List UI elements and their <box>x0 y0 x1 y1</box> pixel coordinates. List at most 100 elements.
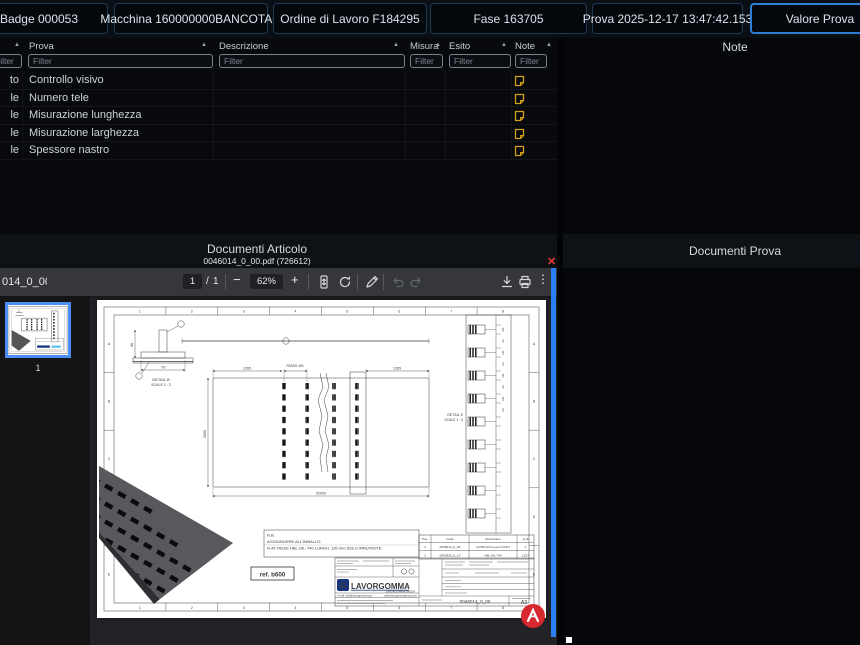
svg-text:A: A <box>533 342 536 346</box>
documenti-prova-header: Documenti Prova <box>563 234 860 268</box>
svg-text:3: 3 <box>243 606 245 610</box>
macchina-button[interactable]: Macchina 160000000BANCOTAG <box>114 3 268 34</box>
thumbnail-drawing <box>8 305 68 355</box>
row-prova-label: Numero tele <box>29 92 89 104</box>
misura-filter-input[interactable] <box>410 54 443 68</box>
row-truncated-text: le <box>0 144 19 156</box>
row-truncated-text: to <box>0 74 19 86</box>
svg-text:2: 2 <box>191 309 193 313</box>
esito-filter-input[interactable] <box>449 54 511 68</box>
pdf-viewer: 014_0_00 1 / 1 − 62% + ⋮ <box>0 268 557 645</box>
svg-text:E: E <box>108 572 111 576</box>
svg-text:AGGIUNGERE ALL'IMBALLO:: AGGIUNGERE ALL'IMBALLO: <box>267 539 321 544</box>
row-prova-label: Misurazione larghezza <box>29 127 139 139</box>
table-row[interactable]: le Misurazione larghezza <box>0 124 557 143</box>
note-panel-title: Note <box>722 40 747 54</box>
documenti-articolo-filename: 0046014_0_00.pdf (726612) <box>203 256 310 266</box>
note-icon[interactable] <box>514 144 525 156</box>
annotate-pen-icon[interactable] <box>364 274 380 290</box>
pdf-scrollbar[interactable] <box>551 268 556 637</box>
sort-asc-icon[interactable]: ▲ <box>435 42 441 48</box>
lavorgomma-logo: G LAVORGOMMA LAVORGOMMAGROUP <box>337 579 415 594</box>
svg-text:6: 6 <box>398 309 400 313</box>
svg-text:HOPFLAT-O-export 313/3: HOPFLAT-O-export 313/3 <box>476 545 510 549</box>
zoom-in-button[interactable]: + <box>291 272 299 287</box>
svg-text:Code: Code <box>446 537 454 541</box>
note-icon[interactable] <box>514 127 525 139</box>
redo-icon[interactable] <box>408 274 424 290</box>
fase-button[interactable]: Fase 163705 <box>430 3 587 34</box>
column-header-prova[interactable]: Prova <box>29 41 54 52</box>
sort-asc-icon[interactable]: ▲ <box>546 42 552 48</box>
fit-page-icon[interactable] <box>316 274 332 290</box>
svg-text:C: C <box>108 457 111 461</box>
table-row[interactable]: le Spessore nastro <box>0 141 557 160</box>
right-panel: Note Documenti Prova <box>563 38 860 645</box>
sort-asc-icon[interactable]: ▲ <box>393 42 399 48</box>
svg-text:A: A <box>108 342 111 346</box>
truncated-filter-input[interactable] <box>0 54 22 68</box>
zoom-level[interactable]: 62% <box>250 274 283 289</box>
svg-text:0046014_0_00: 0046014_0_00 <box>460 599 491 604</box>
documenti-prova-title: Documenti Prova <box>689 244 781 258</box>
descrizione-filter-input[interactable] <box>219 54 405 68</box>
svg-text:0046014_0_00: 0046014_0_00 <box>440 545 461 549</box>
row-prova-label: Controllo visivo <box>29 74 104 86</box>
print-icon[interactable] <box>517 274 533 290</box>
zoom-out-button[interactable]: − <box>233 272 241 287</box>
svg-text:5: 5 <box>346 606 348 610</box>
column-header-descrizione[interactable]: Descrizione <box>219 41 269 52</box>
note-icon[interactable] <box>514 109 525 121</box>
documenti-articolo-title: Documenti Articolo <box>207 242 307 256</box>
sort-asc-icon[interactable]: ▲ <box>501 42 507 48</box>
svg-text:4: 4 <box>295 606 297 610</box>
note-icon[interactable] <box>514 74 525 86</box>
table-row[interactable]: to Controllo visivo <box>0 71 557 90</box>
svg-text:e-mail: info@lavorgomma.com: e-mail: info@lavorgomma.com <box>337 594 372 598</box>
prova-filter-input[interactable] <box>28 54 213 68</box>
svg-text:7: 7 <box>450 606 452 610</box>
svg-text:120: 120 <box>501 396 505 401</box>
table-row[interactable]: le Misurazione lunghezza <box>0 106 557 125</box>
drawing-note-box: N.B. AGGIUNGERE ALL'IMBALLO: N.45 TAZZE … <box>264 530 419 557</box>
quality-test-app: Badge 000053 Macchina 160000000BANCOTAG … <box>0 0 860 645</box>
svg-text:5: 5 <box>346 309 348 313</box>
prova-button[interactable]: Prova 2025-12-17 13:47:42.153 <box>592 3 743 34</box>
svg-text:G: G <box>339 581 346 591</box>
note-icon[interactable] <box>514 92 525 104</box>
svg-text:4: 4 <box>295 309 297 313</box>
page-thumbnail[interactable] <box>5 302 71 358</box>
svg-text:SCALE 1 : 2: SCALE 1 : 2 <box>151 383 171 387</box>
technical-drawing: 12345678 12345678 ABCDE ABCDE 70 4 <box>97 300 546 618</box>
svg-text:B: B <box>108 400 111 404</box>
svg-text:52000: 52000 <box>316 491 326 495</box>
page-number-input[interactable]: 1 <box>183 274 202 289</box>
ordine-di-lavoro-button[interactable]: Ordine di Lavoro F184295 <box>273 3 427 34</box>
documenti-articolo-header: Documenti Articolo 0046014_0_00.pdf (726… <box>0 234 557 268</box>
valore-prova-button[interactable]: Valore Prova <box>750 3 860 34</box>
row-prova-label: Misurazione lunghezza <box>29 109 142 121</box>
svg-text:LAVORGOMMAGROUP: LAVORGOMMAGROUP <box>386 590 415 594</box>
pdf-page: 12345678 12345678 ABCDE ABCDE 70 4 <box>97 300 546 618</box>
svg-text:70: 70 <box>161 364 166 369</box>
badge-button[interactable]: Badge 000053 <box>0 3 108 34</box>
rotate-icon[interactable] <box>337 274 353 290</box>
svg-text:1265: 1265 <box>243 366 251 370</box>
panel-resize-handle[interactable] <box>566 637 572 643</box>
svg-text:3000: 3000 <box>203 430 207 438</box>
sort-asc-icon[interactable]: ▲ <box>201 42 207 48</box>
table-row[interactable]: le Numero tele <box>0 89 557 108</box>
download-icon[interactable] <box>499 274 515 290</box>
pdf-filename: 014_0_00 <box>2 276 47 288</box>
column-header-esito[interactable]: Esito <box>449 41 470 52</box>
row-truncated-text: le <box>0 127 19 139</box>
undo-icon[interactable] <box>390 274 406 290</box>
column-header-note[interactable]: Note <box>515 41 535 52</box>
tests-table: ▲ Prova ▲ Descrizione ▲ Misura ▲ Esito ▲… <box>0 38 557 234</box>
sort-asc-icon[interactable]: ▲ <box>14 42 20 48</box>
svg-text:120: 120 <box>501 350 505 355</box>
detail-b-view: 70 40 DETAIL B SCALE 1 : 2 <box>129 321 193 387</box>
more-menu-icon[interactable]: ⋮ <box>537 272 549 286</box>
note-filter-input[interactable] <box>515 54 547 68</box>
close-document-icon[interactable]: ✕ <box>547 255 556 268</box>
